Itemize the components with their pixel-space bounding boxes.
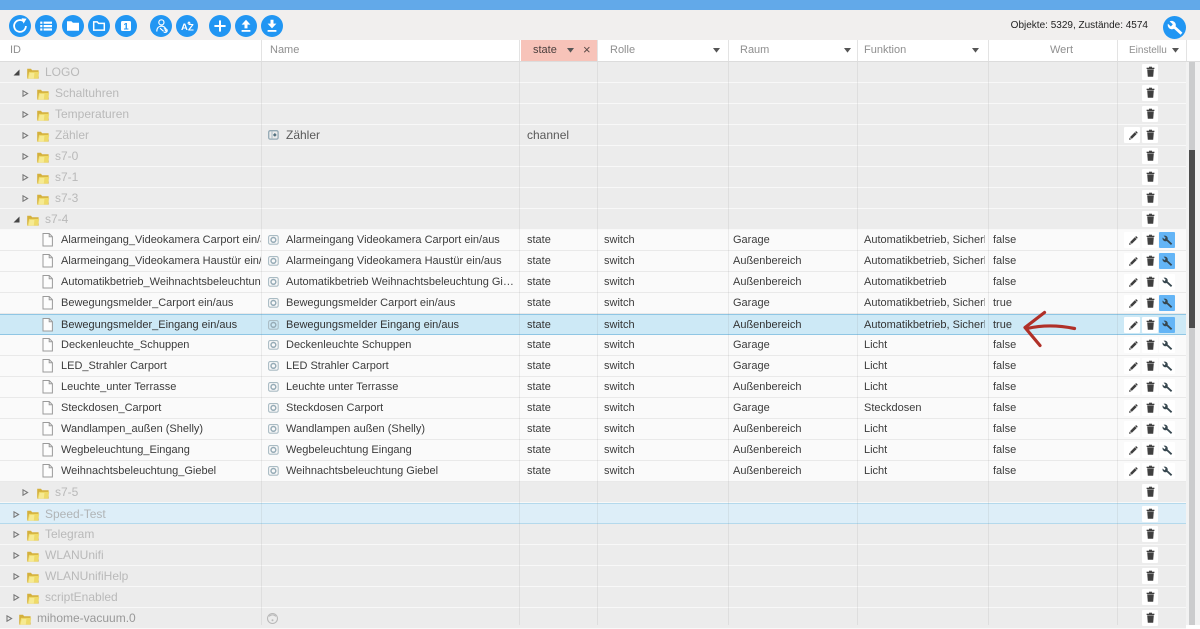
svg-text:1: 1 <box>123 22 129 33</box>
svg-text:A: A <box>181 22 188 33</box>
